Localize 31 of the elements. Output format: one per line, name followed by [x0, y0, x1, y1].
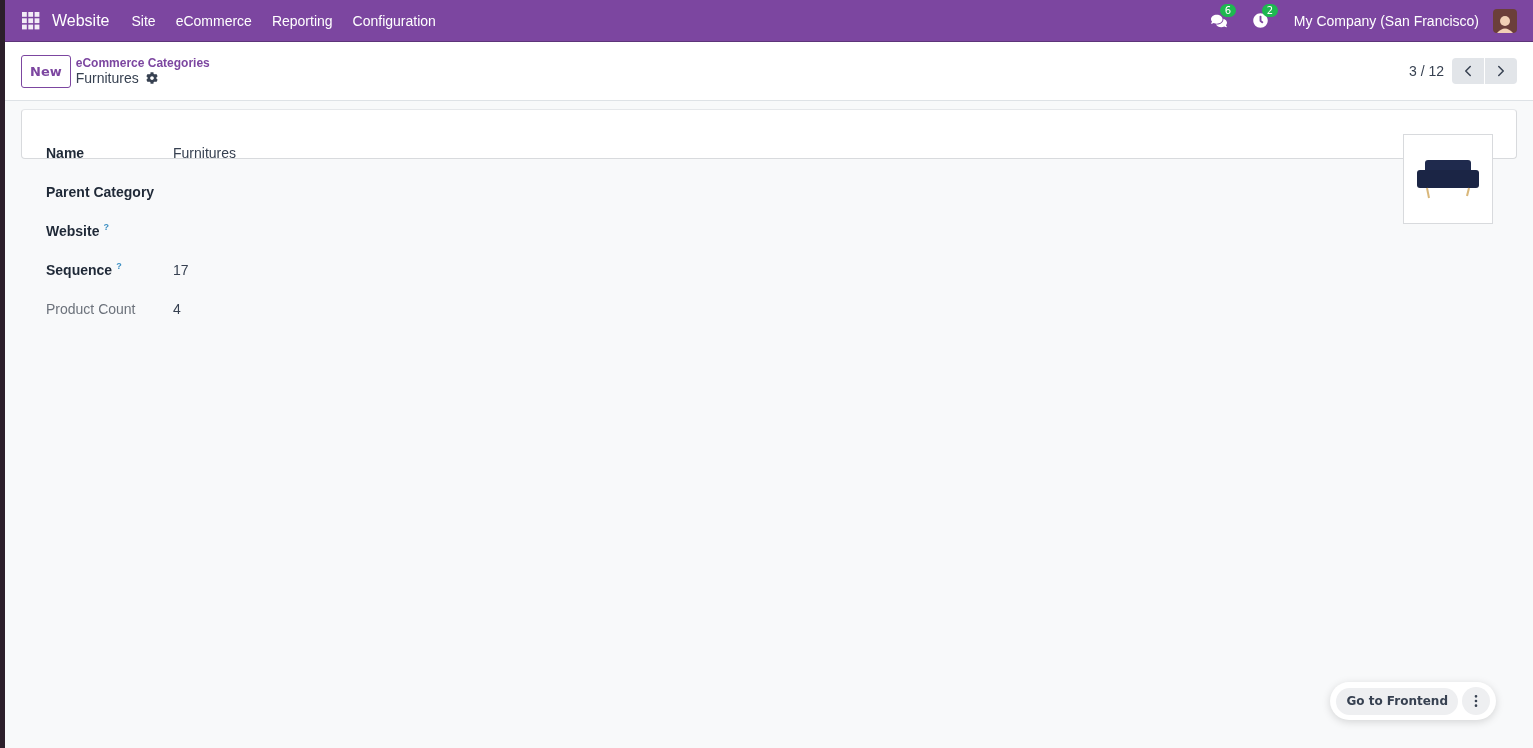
next-button[interactable] — [1485, 58, 1517, 84]
sofa-image[interactable] — [1403, 134, 1493, 224]
field-value[interactable]: Furnitures — [173, 144, 237, 161]
clock-icon[interactable] — [1252, 13, 1268, 28]
nav-menu[interactable]: Reporting — [261, 12, 343, 29]
new-button[interactable]: New — [21, 54, 71, 88]
help-tooltip-icon[interactable]: ? — [103, 222, 109, 233]
user-avatar[interactable] — [1493, 8, 1517, 33]
field-value[interactable]: 4 — [173, 300, 181, 317]
apps-menu-icon[interactable] — [22, 11, 40, 30]
app-name[interactable]: Website — [52, 11, 110, 30]
message-count: 6 — [1219, 3, 1237, 17]
field-label: Product Count — [46, 300, 137, 317]
nav-menu[interactable]: Site — [121, 12, 166, 29]
activity-count: 2 — [1261, 4, 1279, 17]
nav-menu[interactable]: Configuration — [342, 12, 446, 29]
field-label: Website $^{?}$ — [46, 222, 110, 239]
go-to-frontend-button[interactable]: Go to Frontend — [1336, 687, 1458, 715]
field-label: Sequence $^{?}$ — [46, 261, 123, 278]
settings-icon[interactable] — [145, 72, 158, 84]
field-label: Parent Category — [46, 183, 156, 200]
pager-counter[interactable]: 3 / 12 — [1408, 63, 1444, 79]
nav-menu[interactable]: eCommerce — [165, 12, 262, 29]
field-value[interactable]: 17 — [173, 261, 189, 278]
company-switcher[interactable]: My Company (San Francisco) — [1293, 12, 1479, 29]
breadcrumb-link[interactable]: eCommerce Categories — [75, 56, 210, 70]
record-title: Furnitures — [75, 70, 139, 86]
chat-icon[interactable] — [1210, 12, 1227, 29]
field-label: Name — [46, 144, 86, 161]
previous-button[interactable] — [1452, 58, 1484, 84]
help-tooltip-icon[interactable]: ? — [116, 261, 122, 272]
